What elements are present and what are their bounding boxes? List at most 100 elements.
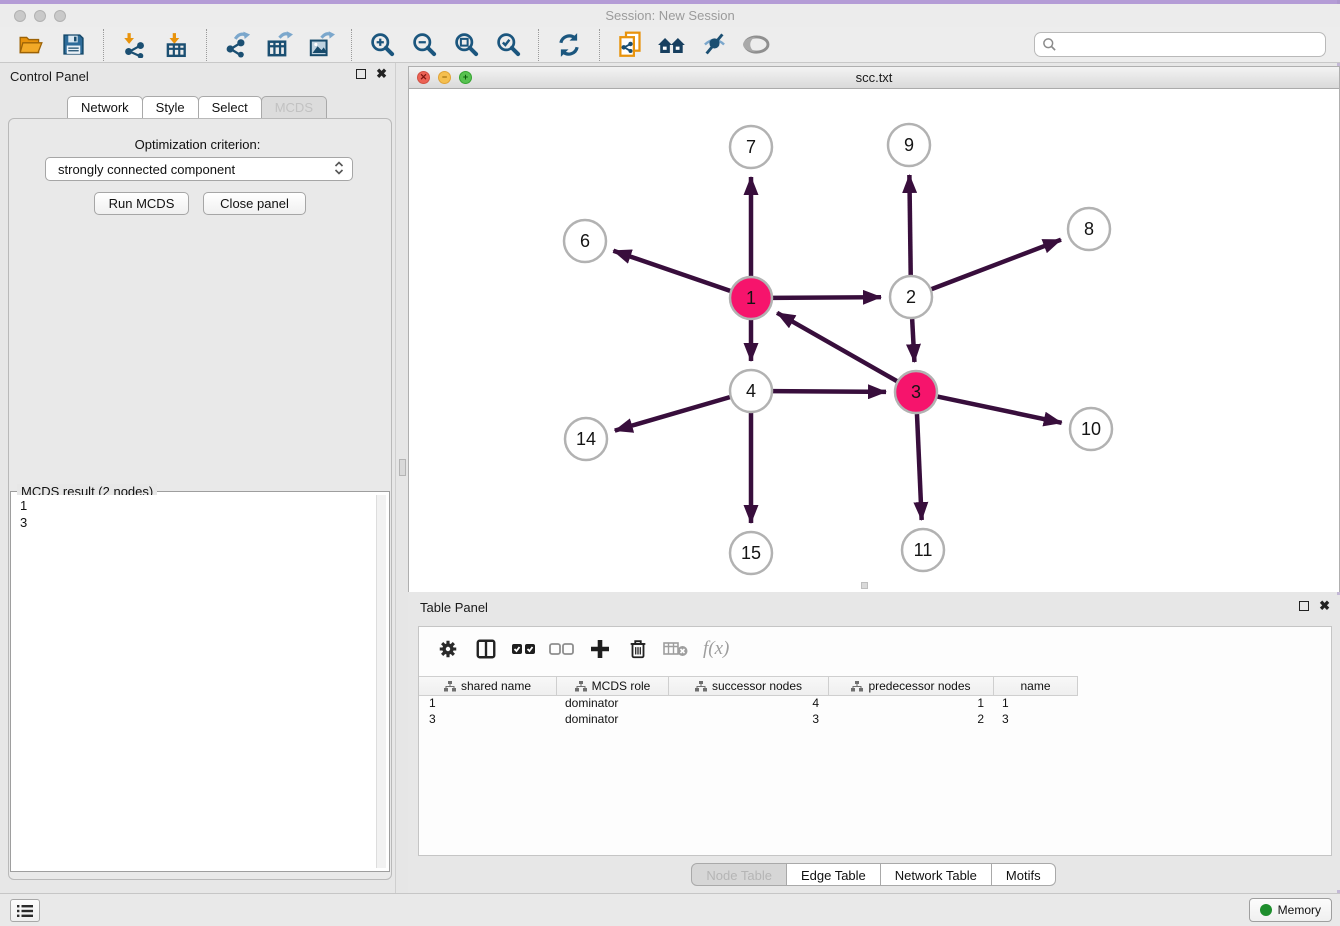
- tab-network[interactable]: Network: [67, 96, 143, 118]
- copy-network-icon[interactable]: [615, 30, 645, 60]
- graph-node-14[interactable]: 14: [565, 418, 607, 460]
- import-network-icon[interactable]: [119, 30, 149, 60]
- deselect-all-checkboxes-icon[interactable]: [547, 634, 577, 664]
- table-row[interactable]: 1dominator411: [419, 696, 1331, 712]
- graph-edge-3-10[interactable]: [938, 397, 1062, 423]
- zoom-selected-icon[interactable]: [493, 30, 523, 60]
- home-view-icon[interactable]: [657, 30, 687, 60]
- tab-network-table[interactable]: Network Table: [880, 863, 992, 886]
- zoom-fit-icon[interactable]: [451, 30, 481, 60]
- graph-edge-1-2[interactable]: [773, 297, 881, 298]
- graph-node-10[interactable]: 10: [1070, 408, 1112, 450]
- column-header-shared-name[interactable]: shared name: [419, 677, 557, 695]
- export-table-icon[interactable]: [264, 30, 294, 60]
- tab-mcds[interactable]: MCDS: [261, 96, 327, 118]
- graph-node-6[interactable]: 6: [564, 220, 606, 262]
- graph-node-label: 2: [906, 287, 916, 307]
- list-icon: [16, 904, 34, 918]
- split-panel-icon[interactable]: [471, 634, 501, 664]
- graph-node-label: 4: [746, 381, 756, 401]
- table-row[interactable]: 3dominator323: [419, 712, 1331, 728]
- float-panel-icon[interactable]: [356, 69, 366, 79]
- memory-label: Memory: [1278, 903, 1321, 917]
- delete-column-icon[interactable]: [623, 634, 653, 664]
- graph-node-label: 8: [1084, 219, 1094, 239]
- status-bar: Memory: [0, 893, 1340, 926]
- panel-splitter[interactable]: [395, 63, 408, 893]
- overview-eye-icon[interactable]: [741, 30, 771, 60]
- search-box[interactable]: [1034, 32, 1326, 57]
- import-table-icon[interactable]: [161, 30, 191, 60]
- close-table-panel-icon[interactable]: ✖: [1319, 601, 1330, 611]
- column-header-successor-nodes[interactable]: successor nodes: [669, 677, 829, 695]
- result-scrollbar[interactable]: [376, 495, 386, 868]
- column-header-label: MCDS role: [592, 679, 651, 693]
- run-mcds-button[interactable]: Run MCDS: [94, 192, 189, 215]
- memory-button[interactable]: Memory: [1249, 898, 1332, 922]
- zoom-out-icon[interactable]: [409, 30, 439, 60]
- optimization-criterion-select[interactable]: strongly connected component: [45, 157, 353, 181]
- graph-edge-1-6[interactable]: [613, 251, 730, 291]
- column-header-label: successor nodes: [712, 679, 802, 693]
- graph-edge-3-1[interactable]: [777, 313, 897, 381]
- table-toolbar: f(x): [419, 627, 1331, 671]
- tab-edge-table[interactable]: Edge Table: [786, 863, 881, 886]
- network-window-titlebar[interactable]: scc.txt ✕ − +: [409, 67, 1339, 89]
- graph-edge-2-9[interactable]: [909, 175, 910, 275]
- export-network-icon[interactable]: [222, 30, 252, 60]
- column-header-predecessor-nodes[interactable]: predecessor nodes: [829, 677, 994, 695]
- tab-motifs[interactable]: Motifs: [991, 863, 1056, 886]
- graph-edge-3-11[interactable]: [917, 414, 922, 520]
- graph-node-3[interactable]: 3: [895, 371, 937, 413]
- table-cell: 2: [829, 712, 994, 728]
- task-history-button[interactable]: [10, 899, 40, 922]
- control-panel-tabs: Network Style Select MCDS: [0, 96, 395, 118]
- graph-edge-4-3[interactable]: [773, 391, 886, 392]
- window-resize-handle[interactable]: [861, 582, 868, 589]
- graph-node-15[interactable]: 15: [730, 532, 772, 574]
- close-panel-button[interactable]: Close panel: [203, 192, 306, 215]
- zoom-in-icon[interactable]: [367, 30, 397, 60]
- tab-select[interactable]: Select: [198, 96, 262, 118]
- toolbar-separator: [351, 29, 352, 61]
- table-cell: 4: [669, 696, 829, 712]
- column-header-label: name: [1020, 679, 1050, 693]
- open-folder-icon[interactable]: [16, 30, 46, 60]
- export-image-icon[interactable]: [306, 30, 336, 60]
- close-panel-icon[interactable]: ✖: [376, 69, 387, 79]
- graph-edge-2-8[interactable]: [932, 240, 1061, 289]
- float-table-panel-icon[interactable]: [1299, 601, 1309, 611]
- column-header-name[interactable]: name: [994, 677, 1078, 695]
- graph-node-11[interactable]: 11: [902, 529, 944, 571]
- search-input[interactable]: [1057, 38, 1318, 52]
- table-cell: 3: [419, 712, 557, 728]
- graph-edge-2-3[interactable]: [912, 319, 914, 362]
- hide-graphics-eye-icon[interactable]: [699, 30, 729, 60]
- settings-gear-icon[interactable]: [433, 634, 463, 664]
- table-header-row: shared name MCDS role successor nodes prede…: [419, 676, 1078, 696]
- network-canvas[interactable]: 7 9 6 8 1 2 4 3 14 10 15 11: [409, 89, 1339, 592]
- graph-node-7[interactable]: 7: [730, 126, 772, 168]
- function-builder-icon[interactable]: f(x): [703, 638, 729, 660]
- graph-node-4[interactable]: 4: [730, 370, 772, 412]
- graph-node-9[interactable]: 9: [888, 124, 930, 166]
- control-panel-title: Control Panel: [10, 69, 89, 84]
- hierarchy-icon: [695, 681, 707, 692]
- graph-node-2[interactable]: 2: [890, 276, 932, 318]
- tab-style[interactable]: Style: [142, 96, 199, 118]
- refresh-layout-icon[interactable]: [554, 30, 584, 60]
- mcds-result-text[interactable]: 1 3: [14, 495, 386, 868]
- graph-node-1[interactable]: 1: [730, 277, 772, 319]
- graph-edge-4-14[interactable]: [615, 397, 730, 430]
- column-header-MCDS-role[interactable]: MCDS role: [557, 677, 669, 695]
- memory-status-icon: [1260, 904, 1272, 916]
- add-column-icon[interactable]: [585, 634, 615, 664]
- graph-node-label: 1: [746, 288, 756, 308]
- graph-node-8[interactable]: 8: [1068, 208, 1110, 250]
- save-session-icon[interactable]: [58, 30, 88, 60]
- splitter-handle[interactable]: [399, 459, 406, 476]
- select-all-checkboxes-icon[interactable]: [509, 634, 539, 664]
- graph-node-label: 15: [741, 543, 761, 563]
- delete-table-icon[interactable]: [661, 634, 691, 664]
- tab-node-table[interactable]: Node Table: [691, 863, 787, 886]
